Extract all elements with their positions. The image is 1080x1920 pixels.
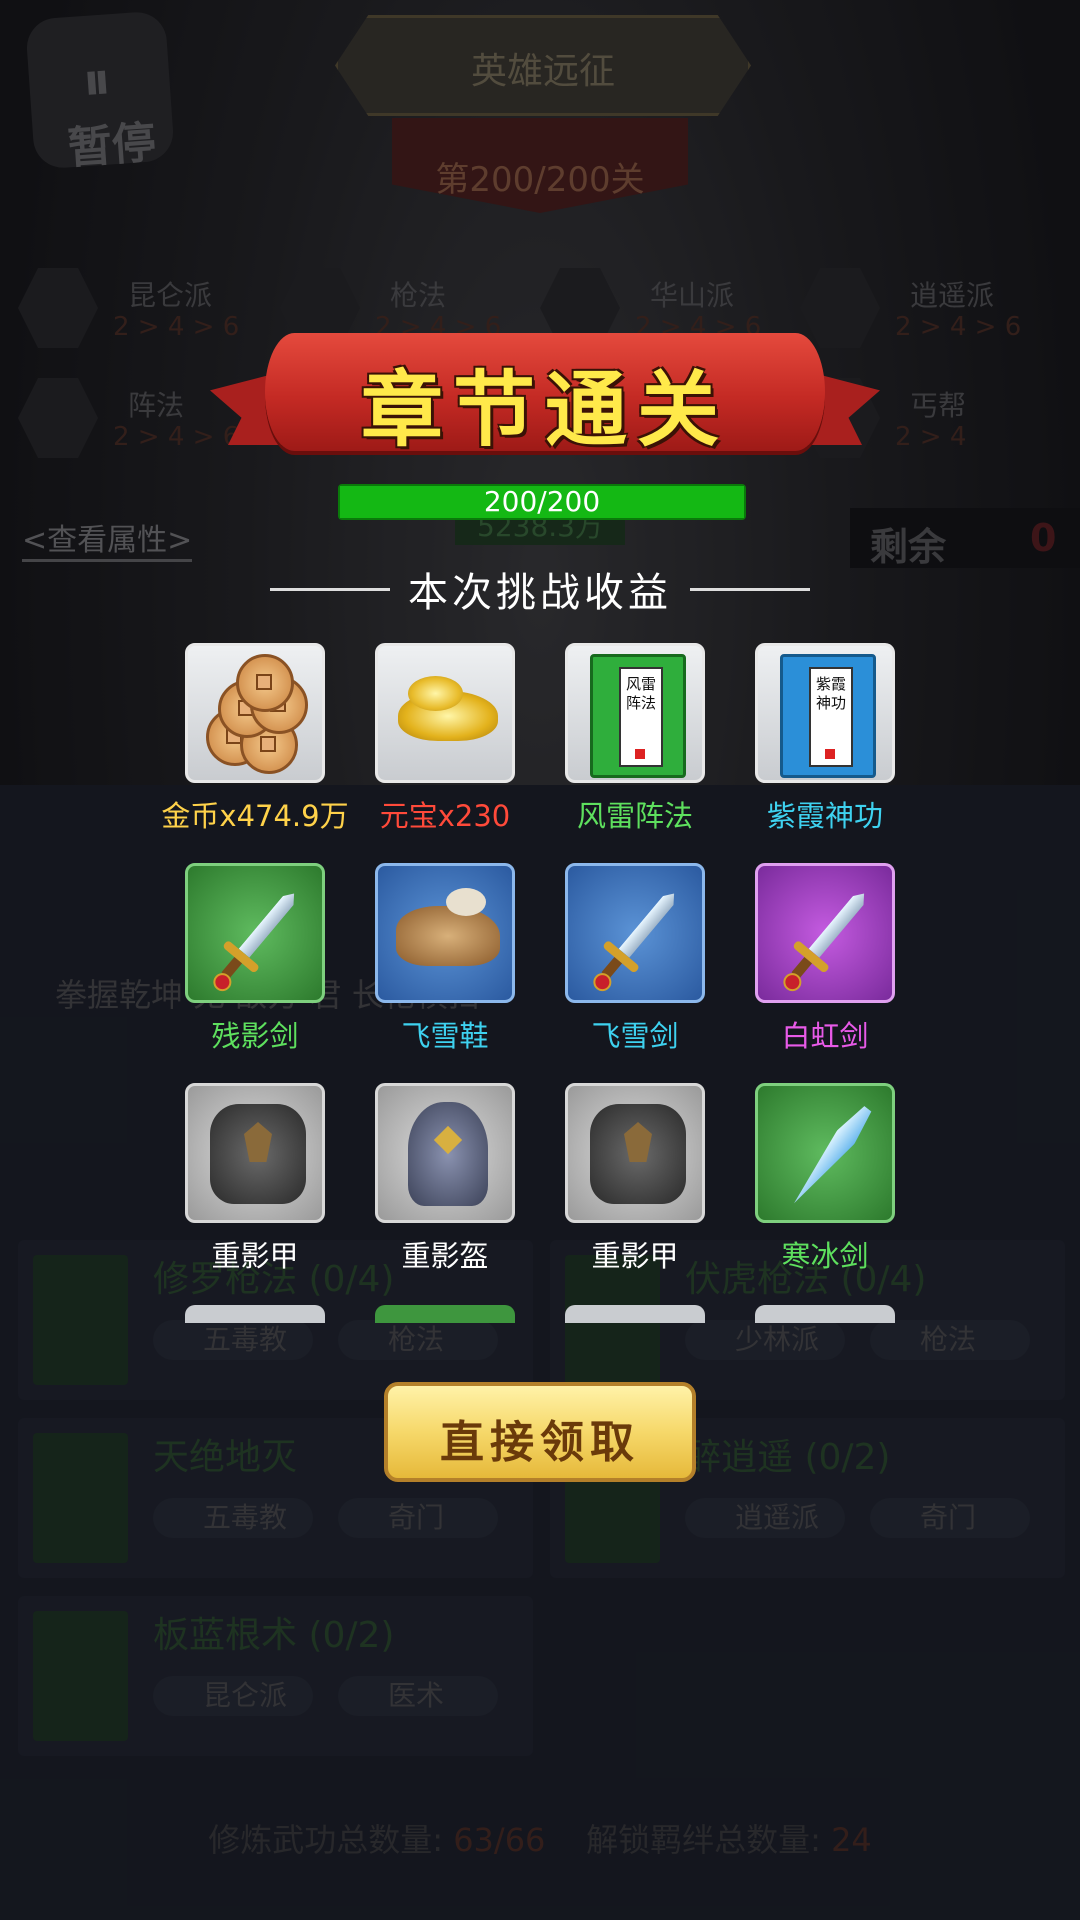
reward-name: 金币x474.9万 [161, 799, 349, 833]
sword-icon [589, 889, 678, 995]
sword-icon [779, 889, 868, 995]
reward-name: 重影甲 [591, 1239, 679, 1273]
reward-item[interactable]: 金币x474.9万 [161, 643, 349, 833]
sword-icon [209, 889, 298, 995]
reward-item[interactable]: 飞雪剑 [565, 863, 705, 1053]
reward-item[interactable]: 紫霞神功 紫霞神功 [755, 643, 895, 833]
reward-slot-peek [755, 1305, 895, 1323]
progress-label: 200/200 [483, 485, 601, 518]
reward-slot [185, 863, 325, 1003]
armor-icon [210, 1104, 306, 1204]
reward-item[interactable]: 白虹剑 [755, 863, 895, 1053]
claim-button-label: 直接领取 [440, 1417, 640, 1468]
reward-name: 重影盔 [401, 1239, 489, 1273]
reward-slot [185, 1083, 325, 1223]
reward-slot [755, 863, 895, 1003]
reward-slot-peek [375, 1305, 515, 1323]
reward-item[interactable]: 重影盔 [375, 1083, 515, 1273]
reward-item[interactable]: 风雷阵法 风雷阵法 [565, 643, 705, 833]
manual-cover-text: 风雷阵法 [625, 675, 656, 712]
reward-name: 重影甲 [211, 1239, 299, 1273]
rewards-title: 本次挑战收益 [408, 570, 672, 616]
reward-slot: 紫霞神功 [755, 643, 895, 783]
reward-name: 飞雪鞋 [401, 1019, 489, 1053]
reward-slot-peek [565, 1305, 705, 1323]
reward-slot [375, 643, 515, 783]
reward-slot: 风雷阵法 [565, 643, 705, 783]
reward-slot [565, 1083, 705, 1223]
reward-name: 风雷阵法 [576, 799, 693, 833]
reward-item[interactable]: 寒冰剑 [755, 1083, 895, 1273]
armor-icon [590, 1104, 686, 1204]
reward-item[interactable]: 残影剑 [185, 863, 325, 1053]
reward-name: 白虹剑 [781, 1019, 869, 1053]
ice-sword-icon [785, 1102, 876, 1210]
banner-title: 章节通关 [360, 362, 729, 458]
reward-item[interactable]: 元宝x230 [375, 643, 515, 833]
rewards-header: 本次挑战收益 [0, 560, 1080, 618]
reward-slot [375, 863, 515, 1003]
claim-button[interactable]: 直接领取 [384, 1382, 696, 1482]
helmet-icon [408, 1102, 488, 1206]
reward-slot [755, 1083, 895, 1223]
reward-name: 飞雪剑 [591, 1019, 679, 1053]
divider-left [270, 588, 390, 591]
divider-right [690, 588, 810, 591]
reward-slot [185, 643, 325, 783]
reward-slot-peek [185, 1305, 325, 1323]
reward-name: 寒冰剑 [781, 1239, 869, 1273]
boots-icon [396, 888, 500, 966]
modal-backdrop [0, 0, 1080, 1920]
reward-name: 残影剑 [211, 1019, 299, 1053]
reward-item[interactable]: 重影甲 [185, 1083, 325, 1273]
reward-name: 元宝x230 [379, 799, 511, 833]
reward-slot [375, 1083, 515, 1223]
green-manual-icon: 风雷阵法 [590, 654, 686, 778]
blue-manual-icon: 紫霞神功 [780, 654, 876, 778]
reward-item[interactable]: 飞雪鞋 [375, 863, 515, 1053]
reward-slot [565, 863, 705, 1003]
manual-cover-text: 紫霞神功 [815, 675, 846, 712]
chapter-clear-banner: 章节通关 [210, 325, 880, 470]
reward-name: 紫霞神功 [766, 799, 883, 833]
stage-progress-bar: 200/200 [338, 484, 746, 520]
reward-item[interactable]: 重影甲 [565, 1083, 705, 1273]
